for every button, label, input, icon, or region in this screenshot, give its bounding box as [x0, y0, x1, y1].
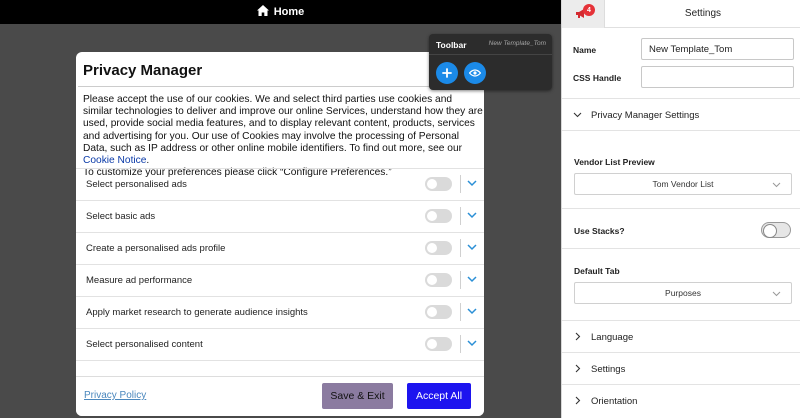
divider: [460, 335, 461, 353]
purpose-toggle[interactable]: [425, 273, 452, 287]
toolbar-title: Toolbar: [436, 40, 467, 50]
purpose-row: Create a personalised ads profile: [76, 232, 484, 264]
panel-header: 4 Settings: [562, 0, 800, 28]
purpose-toggle[interactable]: [425, 305, 452, 319]
panel-title: Settings: [684, 8, 722, 19]
purpose-row: Apply market research to generate audien…: [76, 296, 484, 328]
save-exit-button[interactable]: Save & Exit: [322, 383, 393, 409]
chevron-down-icon[interactable]: [466, 178, 478, 188]
add-button[interactable]: [436, 62, 458, 84]
use-stacks-toggle[interactable]: [761, 222, 791, 238]
name-input[interactable]: New Template_Tom: [641, 38, 794, 60]
purpose-toggle[interactable]: [425, 337, 452, 351]
purpose-label: Measure ad performance: [86, 275, 193, 286]
purpose-label: Select personalised content: [86, 339, 203, 350]
chevron-down-icon: [772, 291, 781, 297]
chevron-down-icon[interactable]: [466, 242, 478, 252]
purpose-toggle[interactable]: [425, 209, 452, 223]
eye-icon: [469, 69, 481, 77]
default-tab-select[interactable]: Purposes: [574, 282, 792, 304]
use-stacks-label: Use Stacks?: [574, 226, 625, 236]
plus-icon: [442, 68, 452, 78]
divider: [460, 239, 461, 257]
section-settings[interactable]: Settings: [562, 352, 800, 384]
chevron-down-icon: [573, 112, 582, 118]
vendor-list-select[interactable]: Tom Vendor List: [574, 173, 792, 195]
modal-description: Please accept the use of our cookies. We…: [83, 94, 483, 179]
toolbar-template-name: New Template_Tom: [488, 40, 546, 47]
purpose-label: Create a personalised ads profile: [86, 243, 226, 254]
divider: [460, 303, 461, 321]
settings-panel: 4 Settings Name New Template_Tom CSS Han…: [561, 0, 800, 418]
default-tab-label: Default Tab: [574, 266, 620, 276]
section-label: Orientation: [591, 396, 638, 407]
chevron-down-icon[interactable]: [466, 338, 478, 348]
chevron-down-icon[interactable]: [466, 274, 478, 284]
section-orientation[interactable]: Orientation: [562, 384, 800, 416]
chevron-down-icon[interactable]: [466, 210, 478, 220]
modal-footer: Privacy Policy Save & Exit Accept All: [76, 376, 484, 416]
chevron-down-icon[interactable]: [466, 306, 478, 316]
chevron-right-icon: [575, 364, 581, 373]
privacy-policy-link[interactable]: Privacy Policy: [84, 390, 146, 401]
description-period: .: [146, 155, 150, 167]
purpose-row: Select personalised ads: [76, 168, 484, 200]
privacy-manager-settings-section[interactable]: Privacy Manager Settings: [562, 98, 800, 130]
chevron-down-icon: [772, 182, 781, 188]
top-bar: Home: [0, 0, 561, 24]
description-text: Please accept the use of our cookies. We…: [83, 94, 483, 154]
home-icon[interactable]: [256, 5, 269, 19]
cookie-notice-link[interactable]: Cookie Notice: [83, 155, 146, 166]
section-language[interactable]: Language: [562, 320, 800, 352]
toolbar-header: Toolbar New Template_Tom: [429, 34, 552, 55]
accept-all-button[interactable]: Accept All: [407, 383, 471, 409]
vendor-list-label: Vendor List Preview: [574, 157, 655, 167]
preview-canvas: Home Privacy Manager Please accept the u…: [0, 0, 561, 418]
home-label[interactable]: Home: [274, 6, 305, 18]
purpose-row: Select personalised content: [76, 328, 484, 360]
privacy-manager-modal: Privacy Manager Please accept the use of…: [76, 52, 484, 416]
purpose-row: Measure ad performance: [76, 264, 484, 296]
modal-title: Privacy Manager: [83, 62, 203, 79]
toolbar: Toolbar New Template_Tom: [429, 34, 552, 90]
section-label: Privacy Manager Settings: [591, 110, 700, 121]
css-handle-label: CSS Handle: [573, 73, 622, 83]
section-label: Settings: [591, 364, 626, 375]
purpose-label: Select basic ads: [86, 211, 156, 222]
notifications-tab[interactable]: 4: [562, 0, 605, 28]
divider: [562, 248, 800, 249]
preview-button[interactable]: [464, 62, 486, 84]
divider: [562, 208, 800, 209]
notification-badge: 4: [583, 4, 595, 16]
divider: [562, 130, 800, 131]
chevron-right-icon: [575, 332, 581, 341]
css-handle-input[interactable]: [641, 66, 794, 88]
name-label: Name: [573, 45, 597, 55]
divider: [460, 175, 461, 193]
chevron-right-icon: [575, 396, 581, 405]
purpose-toggle[interactable]: [425, 241, 452, 255]
purpose-row: Select basic ads: [76, 200, 484, 232]
divider: [460, 207, 461, 225]
purpose-label: Apply market research to generate audien…: [86, 307, 308, 318]
section-label: Language: [591, 332, 634, 343]
purpose-label: Select personalised ads: [86, 179, 187, 190]
divider: [460, 271, 461, 289]
default-tab-value: Purposes: [665, 288, 701, 298]
purpose-toggle[interactable]: [425, 177, 452, 191]
divider: [78, 86, 482, 87]
vendor-list-value: Tom Vendor List: [652, 179, 714, 189]
